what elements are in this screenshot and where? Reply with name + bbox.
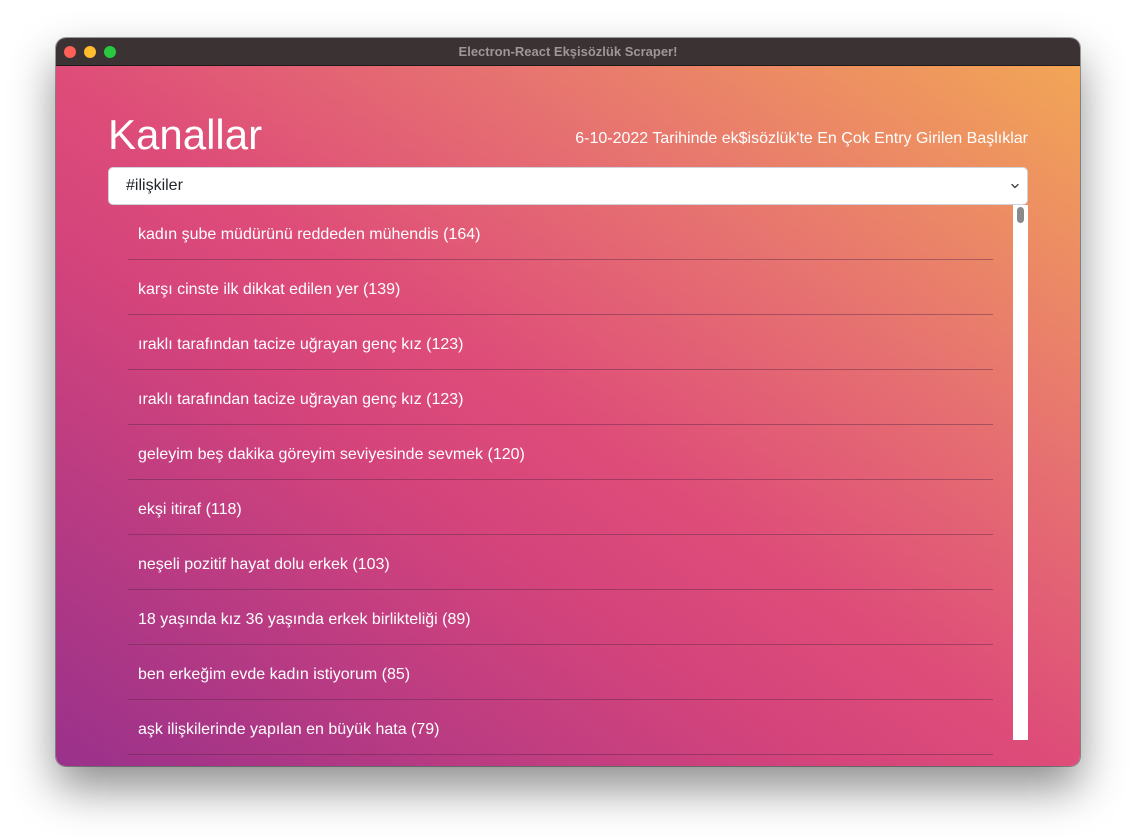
main-content: Kanallar 6-10-2022 Tarihinde ek$isözlük'… [56, 66, 1080, 766]
topic-item[interactable]: ekşi itiraf (118) [128, 480, 993, 535]
page-title: Kanallar [108, 111, 263, 158]
topic-list[interactable]: kadın şube müdürünü reddeden mühendis (1… [108, 205, 1028, 766]
app-window: Electron-React Ekşisözlük Scraper! Kanal… [56, 38, 1080, 766]
topic-item-label: 18 yaşında kız 36 yaşında erkek birlikte… [138, 611, 471, 628]
topic-item-label: ıraklı tarafından tacize uğrayan genç kı… [138, 391, 464, 408]
scrollbar-thumb[interactable] [1017, 207, 1024, 223]
topic-item[interactable]: ıraklı tarafından tacize uğrayan genç kı… [128, 315, 993, 370]
topic-item[interactable]: karşı cinste ilk dikkat edilen yer (139) [128, 260, 993, 315]
topic-list-scrollbar[interactable] [1013, 205, 1028, 740]
topic-item[interactable]: aşk ilişkilerinde yapılan en büyük hata … [128, 700, 993, 755]
chevron-down-icon [1011, 183, 1019, 189]
channel-select[interactable]: #ilişkiler [108, 167, 1028, 205]
topic-item[interactable]: geleyim beş dakika göreyim seviyesinde s… [128, 425, 993, 480]
topic-item-label: geleyim beş dakika göreyim seviyesinde s… [138, 446, 525, 463]
channel-select-value: #ilişkiler [126, 177, 183, 194]
topic-item[interactable]: kadın şube müdürünü reddeden mühendis (1… [128, 205, 993, 260]
topic-item-label: ben erkeğim evde kadın istiyorum (85) [138, 666, 411, 683]
page-subtitle: 6-10-2022 Tarihinde ek$isözlük'te En Çok… [575, 130, 1028, 147]
topic-item-label: kadın şube müdürünü reddeden mühendis (1… [138, 226, 481, 243]
topic-item-label: aşk ilişkilerinde yapılan en büyük hata … [138, 721, 440, 738]
topic-item-label: ıraklı tarafından tacize uğrayan genç kı… [138, 336, 464, 353]
window-title: Electron-React Ekşisözlük Scraper! [458, 44, 678, 59]
topic-item-label: ekşi itiraf (118) [138, 501, 242, 518]
topic-item[interactable]: ıraklı tarafından tacize uğrayan genç kı… [128, 370, 993, 425]
topic-item[interactable]: ben erkeğim evde kadın istiyorum (85) [128, 645, 993, 700]
topic-item[interactable]: neşeli pozitif hayat dolu erkek (103) [128, 535, 993, 590]
topic-item-label: karşı cinste ilk dikkat edilen yer (139) [138, 281, 401, 298]
topic-item-label: neşeli pozitif hayat dolu erkek (103) [138, 556, 390, 573]
topic-item[interactable]: 18 yaşında kız 36 yaşında erkek birlikte… [128, 590, 993, 645]
title-bar[interactable]: Electron-React Ekşisözlük Scraper! [56, 38, 1080, 66]
